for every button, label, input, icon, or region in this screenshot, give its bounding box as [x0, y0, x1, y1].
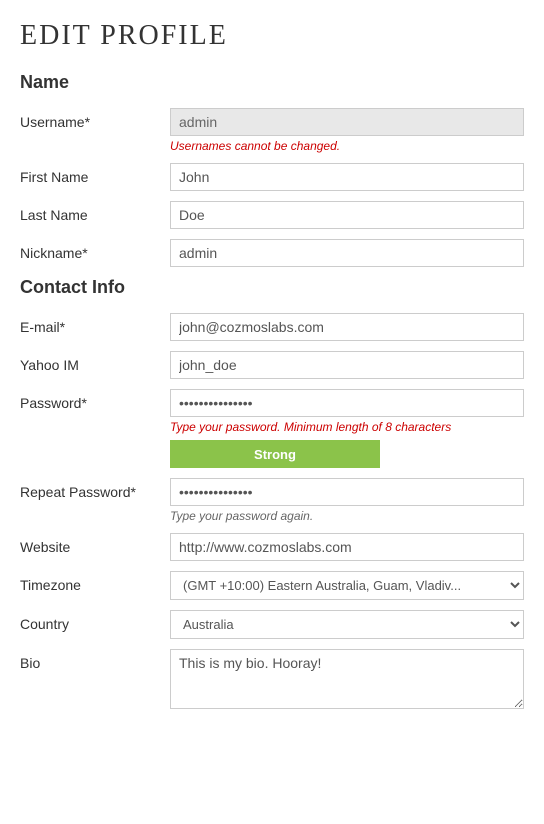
firstname-field-container — [170, 163, 524, 191]
contact-section: Contact Info E-mail* Yahoo IM Password* … — [20, 277, 524, 714]
username-hint: Usernames cannot be changed. — [170, 139, 524, 153]
yahoo-field-container — [170, 351, 524, 379]
lastname-label: Last Name — [20, 201, 170, 223]
country-select[interactable]: Australia United States United Kingdom C… — [170, 610, 524, 639]
repeat-password-hint: Type your password again. — [170, 509, 524, 523]
firstname-label: First Name — [20, 163, 170, 185]
lastname-field-container — [170, 201, 524, 229]
password-row: Password* Type your password. Minimum le… — [20, 389, 524, 468]
nickname-row: Nickname* — [20, 239, 524, 267]
firstname-input[interactable] — [170, 163, 524, 191]
website-field-container — [170, 533, 524, 561]
contact-heading: Contact Info — [20, 277, 524, 298]
nickname-label: Nickname* — [20, 239, 170, 261]
password-strength-label: Strong — [254, 447, 296, 462]
website-label: Website — [20, 533, 170, 555]
lastname-input[interactable] — [170, 201, 524, 229]
email-row: E-mail* — [20, 313, 524, 341]
repeat-password-input[interactable] — [170, 478, 524, 506]
timezone-row: Timezone (GMT +10:00) Eastern Australia,… — [20, 571, 524, 600]
password-strength-bar: Strong — [170, 440, 380, 468]
country-field-container: Australia United States United Kingdom C… — [170, 610, 524, 639]
yahoo-row: Yahoo IM — [20, 351, 524, 379]
name-section: Name Username* Usernames cannot be chang… — [20, 72, 524, 267]
email-field-container — [170, 313, 524, 341]
username-input — [170, 108, 524, 136]
country-label: Country — [20, 610, 170, 632]
website-input[interactable] — [170, 533, 524, 561]
repeat-password-label: Repeat Password* — [20, 478, 170, 500]
username-row: Username* Usernames cannot be changed. — [20, 108, 524, 153]
email-label: E-mail* — [20, 313, 170, 335]
username-field-container: Usernames cannot be changed. — [170, 108, 524, 153]
page-title: EDIT PROFILE — [20, 20, 524, 52]
firstname-row: First Name — [20, 163, 524, 191]
password-input[interactable] — [170, 389, 524, 417]
password-hint: Type your password. Minimum length of 8 … — [170, 420, 524, 434]
timezone-select[interactable]: (GMT +10:00) Eastern Australia, Guam, Vl… — [170, 571, 524, 600]
nickname-field-container — [170, 239, 524, 267]
bio-textarea[interactable] — [170, 649, 524, 709]
lastname-row: Last Name — [20, 201, 524, 229]
timezone-label: Timezone — [20, 571, 170, 593]
bio-label: Bio — [20, 649, 170, 671]
bio-row: Bio — [20, 649, 524, 714]
password-field-container: Type your password. Minimum length of 8 … — [170, 389, 524, 468]
yahoo-label: Yahoo IM — [20, 351, 170, 373]
timezone-field-container: (GMT +10:00) Eastern Australia, Guam, Vl… — [170, 571, 524, 600]
country-row: Country Australia United States United K… — [20, 610, 524, 639]
password-label: Password* — [20, 389, 170, 411]
name-heading: Name — [20, 72, 524, 93]
yahoo-input[interactable] — [170, 351, 524, 379]
bio-field-container — [170, 649, 524, 714]
username-label: Username* — [20, 108, 170, 130]
repeat-password-row: Repeat Password* Type your password agai… — [20, 478, 524, 523]
repeat-password-field-container: Type your password again. — [170, 478, 524, 523]
website-row: Website — [20, 533, 524, 561]
nickname-input[interactable] — [170, 239, 524, 267]
email-input[interactable] — [170, 313, 524, 341]
